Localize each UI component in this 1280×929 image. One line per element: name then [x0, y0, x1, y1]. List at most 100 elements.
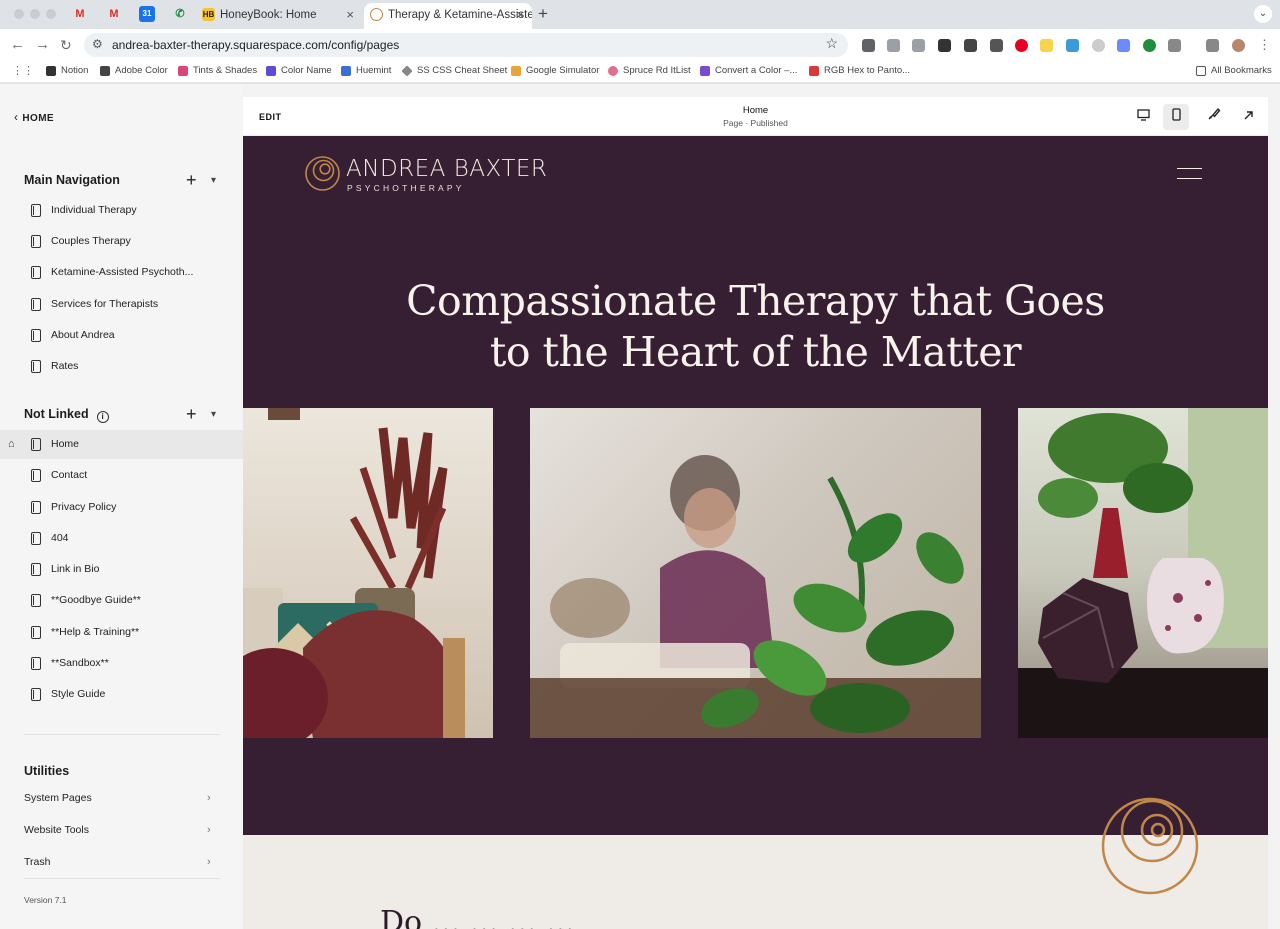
- back-arrow-icon[interactable]: ←: [10, 35, 25, 55]
- google-simulator-icon: [511, 66, 521, 76]
- eyedropper-extension-icon[interactable]: [990, 39, 1003, 52]
- calendar-pinned-tab-icon[interactable]: 31: [139, 6, 155, 22]
- utility-system-pages[interactable]: System Pages ›: [0, 783, 243, 813]
- bookmark-star-icon[interactable]: ☆: [825, 35, 838, 52]
- utility-trash[interactable]: Trash ›: [0, 847, 243, 877]
- logo-subtitle: PSYCHOTHERAPY: [347, 183, 465, 193]
- new-tab-button[interactable]: +: [538, 4, 548, 24]
- page-item-about-andrea[interactable]: About Andrea: [0, 321, 243, 350]
- extension-icon[interactable]: [862, 39, 875, 52]
- utilities-title: Utilities: [24, 764, 70, 778]
- logo-name[interactable]: ANDREA BAXTER: [346, 156, 547, 182]
- puzzle-extensions-icon[interactable]: [1168, 39, 1181, 52]
- close-tab-icon[interactable]: ×: [346, 3, 354, 27]
- add-page-not-linked-button[interactable]: +: [186, 405, 197, 423]
- bookmark-rgb-pantone[interactable]: RGB Hex to Panto...: [809, 61, 910, 81]
- bookmark-convert-color[interactable]: Convert a Color –...: [700, 61, 797, 81]
- site-styles-brush-icon[interactable]: [1201, 104, 1227, 130]
- close-window-button[interactable]: [14, 9, 24, 19]
- gmail-pinned-tab-icon[interactable]: M: [72, 6, 88, 22]
- home-icon: ⌂: [8, 438, 15, 450]
- url-text[interactable]: andrea-baxter-therapy.squarespace.com/co…: [112, 33, 399, 57]
- grid-extension-icon[interactable]: [938, 39, 951, 52]
- gmail-pinned-tab-icon[interactable]: M: [106, 6, 122, 22]
- notion-icon: [46, 66, 56, 76]
- font-extension-icon[interactable]: [964, 39, 977, 52]
- forward-arrow-icon[interactable]: →: [35, 35, 50, 55]
- hamburger-menu-icon[interactable]: [1177, 168, 1202, 179]
- honeybook-icon: HB: [202, 8, 215, 21]
- bookmark-google-simulator[interactable]: Google Simulator: [511, 61, 599, 81]
- not-linked-title: Not Linked i: [24, 407, 109, 423]
- reload-icon[interactable]: ↻: [60, 35, 72, 55]
- address-bar[interactable]: ⚙ andrea-baxter-therapy.squarespace.com/…: [84, 33, 848, 57]
- desktop-view-icon[interactable]: [1130, 104, 1156, 130]
- bookmark-color-name[interactable]: Color Name: [266, 61, 332, 81]
- maximize-window-button[interactable]: [46, 9, 56, 19]
- gallery-image-vases[interactable]: [1018, 408, 1268, 738]
- bookmark-spruce-rd[interactable]: Spruce Rd ItList: [608, 61, 691, 81]
- tab-therapy-active[interactable]: Therapy & Ketamine-Assisted ×: [364, 3, 532, 29]
- page-item-home[interactable]: ⌂ Home: [0, 430, 243, 459]
- page-item-link-in-bio[interactable]: Link in Bio: [0, 555, 243, 584]
- profile-avatar[interactable]: [1232, 39, 1245, 52]
- page-item-help-training[interactable]: **Help & Training**: [0, 618, 243, 647]
- page-icon: [31, 594, 41, 607]
- phone-pinned-tab-icon[interactable]: ✆: [172, 6, 188, 22]
- page-item-sandbox[interactable]: **Sandbox**: [0, 649, 243, 678]
- preview-header: EDIT Home Page · Published: [243, 97, 1268, 136]
- page-item-404[interactable]: 404: [0, 524, 243, 553]
- close-tab-icon[interactable]: ×: [516, 3, 524, 27]
- download-icon[interactable]: [1206, 39, 1219, 52]
- page-item-rates[interactable]: Rates: [0, 352, 243, 381]
- site-hero-section: ANDREA BAXTER PSYCHOTHERAPY Compassionat…: [243, 136, 1268, 835]
- pinterest-extension-icon[interactable]: [1015, 39, 1028, 52]
- hp-extension-icon[interactable]: [1117, 39, 1130, 52]
- gallery-image-therapist-working[interactable]: [530, 408, 981, 738]
- bookmark-tints-shades[interactable]: Tints & Shades: [178, 61, 257, 81]
- k-extension-icon[interactable]: [1092, 39, 1105, 52]
- back-home-button[interactable]: ‹ HOME: [14, 110, 54, 124]
- highlighter-extension-icon[interactable]: [1040, 39, 1053, 52]
- page-item-couples-therapy[interactable]: Couples Therapy: [0, 227, 243, 256]
- apps-grid-icon[interactable]: ⋮⋮: [12, 61, 34, 81]
- chevron-down-icon[interactable]: ▾: [211, 409, 216, 420]
- page-icon: [31, 688, 41, 701]
- tab-label: Therapy & Ketamine-Assisted: [388, 9, 532, 21]
- add-page-main-nav-button[interactable]: +: [186, 171, 197, 189]
- minimize-window-button[interactable]: [30, 9, 40, 19]
- gallery-image-plant-cushions[interactable]: [243, 408, 493, 738]
- page-item-individual-therapy[interactable]: Individual Therapy: [0, 196, 243, 225]
- bookmark-notion[interactable]: Notion: [46, 61, 88, 81]
- page-item-goodbye-guide[interactable]: **Goodbye Guide**: [0, 586, 243, 615]
- camera-extension-icon[interactable]: [887, 39, 900, 52]
- spiral-logo-icon[interactable]: [304, 155, 341, 192]
- tab-label: HoneyBook: Home: [220, 9, 317, 21]
- rgb-pantone-icon: [809, 66, 819, 76]
- kebab-menu-icon[interactable]: ⋮: [1258, 35, 1271, 55]
- tab-honeybook[interactable]: HB HoneyBook: Home ×: [196, 3, 362, 27]
- site-settings-icon[interactable]: ⚙: [92, 37, 103, 51]
- page-item-contact[interactable]: Contact: [0, 461, 243, 490]
- open-external-arrow-icon[interactable]: [1235, 104, 1261, 130]
- bookmark-huemint[interactable]: Huemint: [341, 61, 391, 81]
- page-preview-frame: EDIT Home Page · Published ANDREA BAXTER…: [243, 97, 1268, 929]
- page-item-ketamine[interactable]: Ketamine-Assisted Psychoth...: [0, 258, 243, 287]
- page-item-services-therapists[interactable]: Services for Therapists: [0, 290, 243, 319]
- mobile-view-icon[interactable]: [1163, 104, 1189, 130]
- page-icon: [31, 469, 41, 482]
- page-item-privacy-policy[interactable]: Privacy Policy: [0, 493, 243, 522]
- tab-search-chevron-icon[interactable]: ⌄: [1254, 5, 1272, 23]
- m-extension-icon[interactable]: [1066, 39, 1079, 52]
- chevron-down-icon[interactable]: ▾: [211, 175, 216, 186]
- screenshot-extension-icon[interactable]: [912, 39, 925, 52]
- page-item-style-guide[interactable]: Style Guide: [0, 680, 243, 709]
- info-icon[interactable]: i: [96, 411, 109, 423]
- bookmark-adobe-color[interactable]: Adobe Color: [100, 61, 168, 81]
- utility-website-tools[interactable]: Website Tools ›: [0, 815, 243, 845]
- spiral-decoration-icon: [1101, 797, 1199, 895]
- squarespace-editor: ‹ HOME Main Navigation + ▾ Individual The…: [0, 84, 1280, 929]
- bookmark-css-cheat-sheet[interactable]: SS CSS Cheat Sheet: [401, 61, 507, 81]
- grammarly-extension-icon[interactable]: [1143, 39, 1156, 52]
- all-bookmarks-folder[interactable]: All Bookmarks: [1196, 61, 1272, 81]
